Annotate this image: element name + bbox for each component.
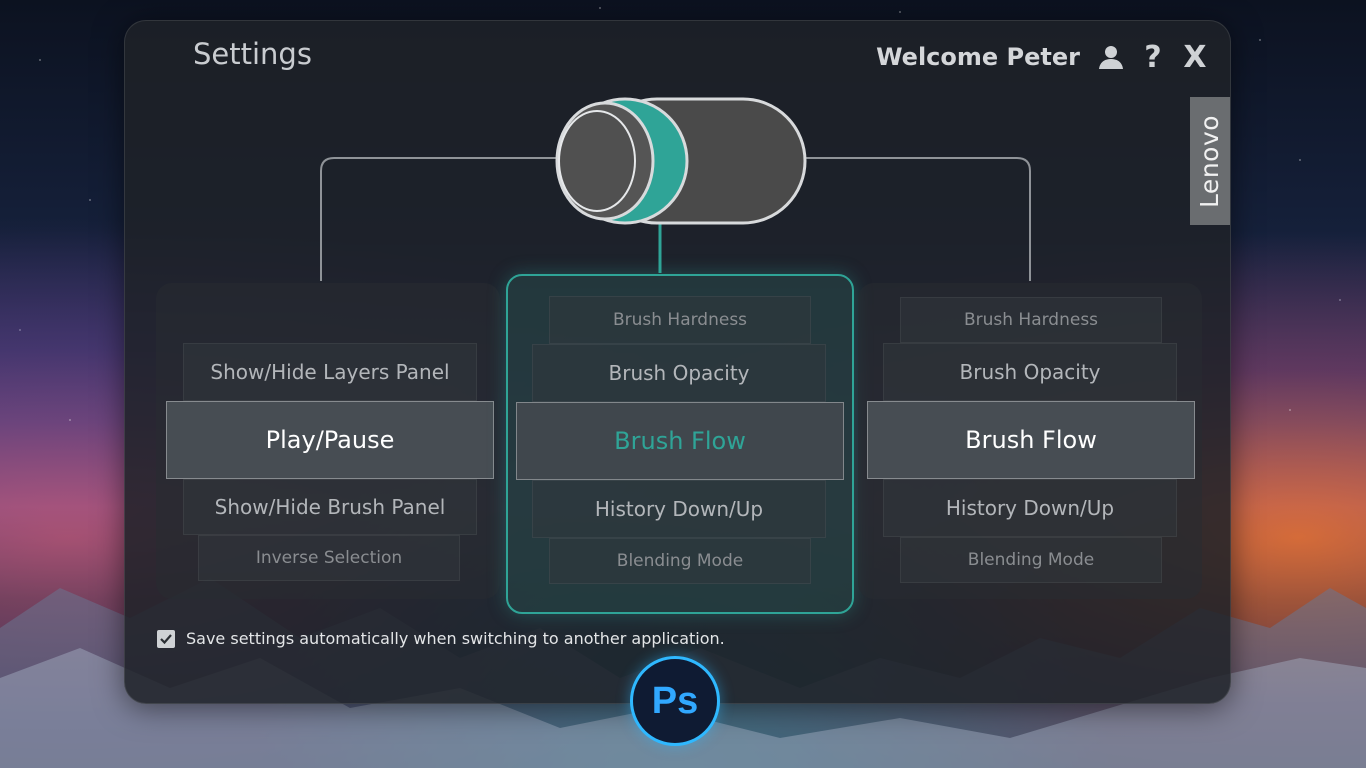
- autosave-row[interactable]: Save settings automatically when switchi…: [157, 629, 725, 648]
- center-function-column: Brush Hardness Brush Opacity Brush Flow …: [506, 274, 854, 614]
- close-icon[interactable]: X: [1180, 40, 1210, 75]
- option-history-down-up[interactable]: History Down/Up: [883, 479, 1177, 537]
- option-play-pause-selected[interactable]: Play/Pause: [166, 401, 494, 479]
- user-icon[interactable]: [1096, 41, 1126, 73]
- autosave-checkbox[interactable]: [157, 629, 175, 648]
- right-function-column: Brush Hardness Brush Opacity Brush Flow …: [858, 283, 1202, 599]
- option-brush-flow-selected[interactable]: Brush Flow: [516, 402, 844, 480]
- option-label: Brush Flow: [614, 427, 746, 455]
- welcome-text: Welcome Peter: [876, 43, 1080, 71]
- option-brush-opacity[interactable]: Brush Opacity: [883, 343, 1177, 401]
- option-label: Brush Opacity: [959, 360, 1101, 384]
- page-title: Settings: [193, 37, 312, 71]
- settings-panel: Settings Welcome Peter ? X Lenovo Show/H…: [124, 20, 1231, 704]
- option-label: Blending Mode: [616, 551, 744, 571]
- option-brush-flow-selected[interactable]: Brush Flow: [867, 401, 1195, 479]
- option-blending-mode[interactable]: Blending Mode: [900, 537, 1162, 583]
- photoshop-app-icon-text: Ps: [651, 679, 699, 722]
- option-label: Brush Opacity: [608, 361, 750, 385]
- option-history-down-up[interactable]: History Down/Up: [532, 480, 826, 538]
- option-blending-mode[interactable]: Blending Mode: [549, 538, 811, 584]
- option-show-hide-brush-panel[interactable]: Show/Hide Brush Panel: [183, 479, 477, 535]
- option-label: Brush Hardness: [612, 310, 748, 330]
- dial-ring: [561, 97, 689, 225]
- photoshop-app-icon[interactable]: Ps: [630, 656, 720, 746]
- option-label: Blending Mode: [967, 550, 1095, 570]
- checkmark-icon: [160, 633, 172, 644]
- option-label: Brush Hardness: [963, 310, 1099, 330]
- option-brush-opacity[interactable]: Brush Opacity: [532, 344, 826, 402]
- option-show-hide-layers-panel[interactable]: Show/Hide Layers Panel: [183, 343, 477, 401]
- option-label: History Down/Up: [594, 497, 764, 521]
- option-label: Brush Flow: [965, 426, 1097, 454]
- connector-left: [320, 157, 575, 281]
- lenovo-logo: Lenovo: [1190, 97, 1230, 225]
- left-function-column: Show/Hide Layers Panel Play/Pause Show/H…: [156, 283, 500, 599]
- option-label: Play/Pause: [265, 426, 395, 454]
- dial-body: [593, 97, 807, 225]
- option-label: History Down/Up: [945, 496, 1115, 520]
- dial-cap: [555, 101, 655, 221]
- autosave-label: Save settings automatically when switchi…: [186, 629, 725, 648]
- option-brush-hardness[interactable]: Brush Hardness: [900, 297, 1162, 343]
- connector-right: [745, 157, 1031, 281]
- option-brush-hardness[interactable]: Brush Hardness: [549, 296, 811, 344]
- option-inverse-selection[interactable]: Inverse Selection: [198, 535, 460, 581]
- option-label: Show/Hide Layers Panel: [210, 360, 450, 384]
- dial-face: [558, 110, 636, 212]
- option-label: Show/Hide Brush Panel: [214, 495, 446, 519]
- help-icon[interactable]: ?: [1138, 40, 1168, 75]
- option-label: Inverse Selection: [255, 548, 403, 568]
- lenovo-logo-text: Lenovo: [1195, 114, 1225, 208]
